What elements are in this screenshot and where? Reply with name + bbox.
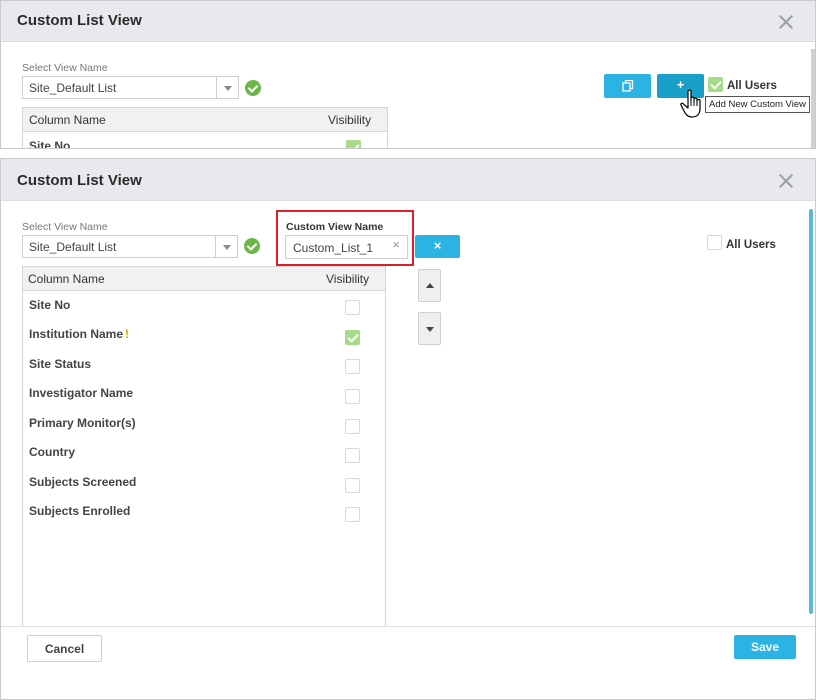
custom-list-view-dialog-bottom: Custom List View Select View Name Site_D…	[0, 158, 816, 700]
custom-list-view-dialog-top: Custom List View Select View Name Site_D…	[0, 0, 816, 149]
all-users-label: All Users	[726, 239, 776, 251]
move-down-button[interactable]	[418, 312, 441, 345]
dialog-header: Custom List View	[1, 159, 815, 201]
column-name-header: Column Name	[29, 113, 106, 127]
custom-view-name-label: Custom View Name	[286, 221, 384, 233]
chevron-down-icon	[216, 77, 238, 98]
table-row-label: Primary Monitor(s)	[29, 416, 136, 430]
cancel-button[interactable]: Cancel	[27, 635, 102, 662]
all-users-label: All Users	[727, 80, 777, 92]
hand-pointer-icon	[680, 89, 701, 118]
table-row-label: Investigator Name	[29, 386, 134, 400]
chevron-down-icon	[215, 236, 237, 257]
custom-view-name-input[interactable]: Custom_List_1 ×	[285, 235, 408, 259]
copy-icon	[621, 79, 633, 92]
visibility-checkbox[interactable]	[345, 389, 360, 404]
table-row-label: Site Status	[29, 357, 92, 371]
table-row-label: Site No	[29, 139, 71, 149]
all-users-checkbox[interactable]	[708, 77, 723, 92]
check-circle-icon	[245, 80, 261, 96]
visibility-checkbox[interactable]	[345, 507, 360, 522]
table-header: Column Name Visibility	[23, 267, 385, 291]
visibility-header: Visibility	[326, 272, 370, 286]
check-circle-icon	[244, 238, 260, 254]
visibility-checkbox[interactable]	[345, 478, 360, 493]
visibility-header: Visibility	[328, 113, 372, 127]
close-icon: ×	[433, 238, 442, 253]
copy-view-button[interactable]	[604, 74, 651, 98]
dialog-header: Custom List View	[1, 1, 815, 42]
column-name-header: Column Name	[28, 272, 105, 286]
clear-icon[interactable]: ×	[392, 237, 400, 252]
visibility-checkbox[interactable]	[345, 419, 360, 434]
visibility-checkbox[interactable]	[345, 300, 360, 315]
select-view-label: Select View Name	[22, 62, 108, 74]
visibility-checkbox[interactable]	[346, 140, 361, 148]
table-row-label: Subjects Enrolled	[29, 504, 131, 518]
visibility-checkbox[interactable]	[345, 448, 360, 463]
warning-icon: !	[125, 327, 130, 341]
visibility-checkbox[interactable]	[345, 359, 360, 374]
visibility-checkbox[interactable]	[345, 330, 360, 345]
columns-table: Column Name Visibility Site No Instituti…	[22, 266, 386, 628]
scrollbar[interactable]	[809, 209, 813, 614]
row-label-text: Institution Name	[29, 327, 124, 341]
custom-view-name-value: Custom_List_1	[293, 241, 374, 255]
select-view-value: Site_Default List	[29, 81, 117, 95]
dialog-title: Custom List View	[17, 172, 142, 189]
select-view-value: Site_Default List	[29, 240, 117, 254]
cancel-new-view-button[interactable]: ×	[415, 235, 460, 258]
select-view-label: Select View Name	[22, 221, 108, 233]
select-view-dropdown[interactable]: Site_Default List	[22, 76, 239, 99]
all-users-checkbox[interactable]	[707, 235, 722, 250]
dialog-title: Custom List View	[17, 12, 142, 29]
select-view-dropdown[interactable]: Site_Default List	[22, 235, 238, 258]
close-icon[interactable]	[777, 13, 795, 31]
table-row-label: Site No	[29, 298, 71, 312]
dialog-footer	[1, 626, 815, 699]
table-header: Column Name Visibility	[23, 108, 387, 132]
table-row-label: Country	[29, 445, 75, 459]
table-row-label: Institution Name!	[29, 327, 129, 341]
move-up-button[interactable]	[418, 269, 441, 302]
save-button[interactable]: Save	[734, 635, 796, 659]
scrollbar[interactable]	[811, 49, 815, 148]
table-row-label: Subjects Screened	[29, 475, 137, 489]
columns-table: Column Name Visibility Site No	[22, 107, 388, 149]
tooltip: Add New Custom View	[705, 96, 810, 113]
close-icon[interactable]	[777, 172, 795, 190]
